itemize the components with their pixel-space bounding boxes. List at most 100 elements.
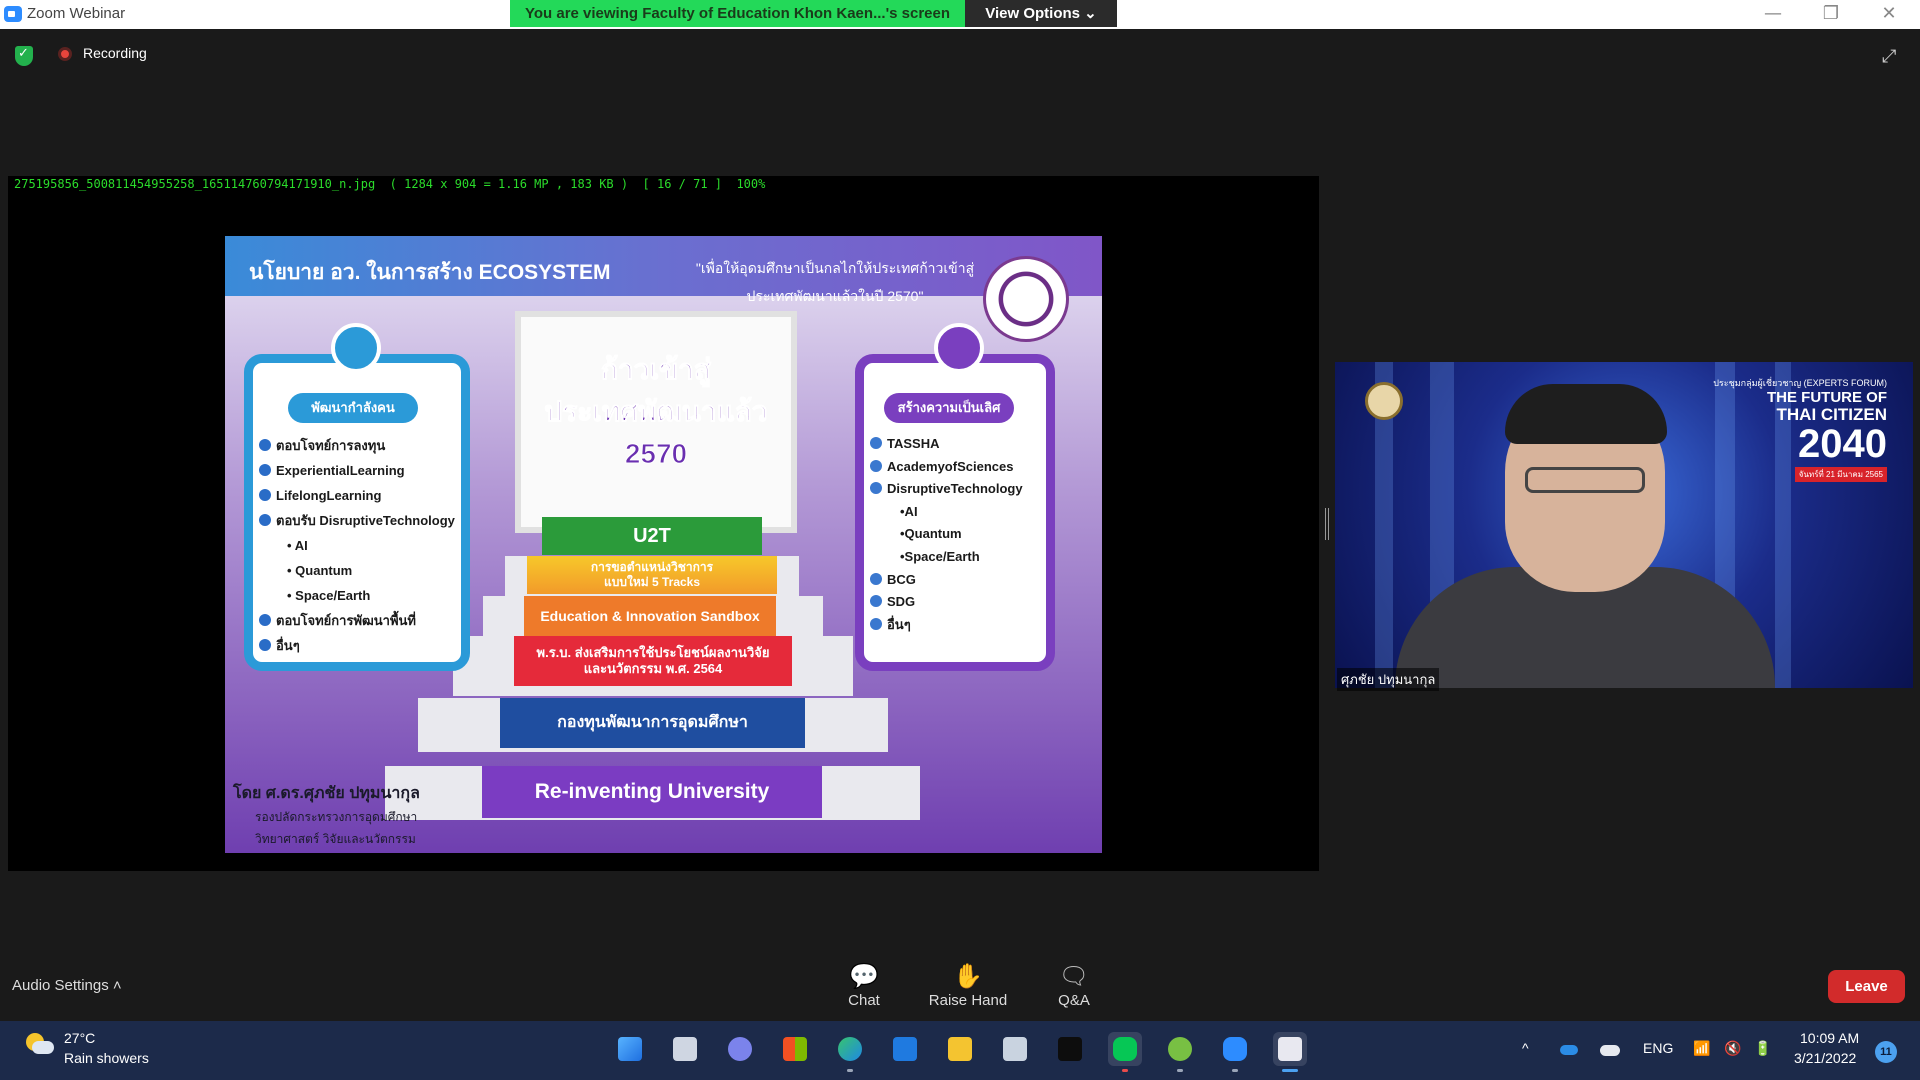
right-panel-excellence: สร้างความเป็นเลิศ TASSHA AcademyofScienc… [855,323,1055,671]
leave-button[interactable]: Leave [1828,970,1905,1003]
speaker-muted-icon[interactable]: 🔇 [1724,1040,1741,1057]
forum-year: 2040 [1798,422,1887,466]
photos-button[interactable] [998,1032,1032,1066]
speaker-video[interactable]: ประชุมกลุ่มผู้เชี่ยวชาญ (EXPERTS FORUM) … [1335,362,1913,688]
battery-icon[interactable]: 🔋 [1754,1040,1771,1057]
active-indicator [1282,1069,1298,1072]
forum-label: ประชุมกลุ่มผู้เชี่ยวชาญ (EXPERTS FORUM) [1713,378,1887,388]
list-item: ตอบโจทย์การลงทุน [259,433,457,458]
slide-quote-line1: "เพื่อให้อุดมศึกษาเป็นกลไกให้ประเทศก้าวเ… [695,260,975,276]
tradingview-icon [1058,1037,1082,1061]
recording-label: Recording [83,45,147,61]
wifi-icon[interactable]: 📶 [1693,1040,1710,1057]
audio-settings-button[interactable]: Audio Settings ˄ [12,977,122,994]
photos-icon [1003,1037,1027,1061]
weather-description[interactable]: Rain showers [64,1050,149,1066]
zoom-icon [1223,1037,1247,1061]
running-indicator [1232,1069,1238,1072]
weather-temperature[interactable]: 27°C [64,1030,95,1046]
file-explorer-button[interactable] [943,1032,977,1066]
list-subitem: •AI [900,503,918,519]
store-button[interactable] [778,1032,812,1066]
author-position: รองปลัดกระทรวงการอุดมศึกษา [255,810,418,824]
step-act-line2: และนวัตกรรม พ.ศ. 2564 [583,661,723,676]
step-research-act: พ.ร.บ. ส่งเสริมการใช้ประโยชน์ผลงานวิจัย … [514,636,792,686]
zoom-app-icon [4,6,22,22]
list-item: SDG [870,591,1042,614]
windows-logo-icon [618,1037,642,1061]
list-item: AcademyofSciences [870,456,1042,479]
task-view-icon [673,1037,697,1061]
clock-date[interactable]: 3/21/2022 [1794,1050,1856,1066]
security-shield-icon[interactable] [15,46,33,66]
teams-chat-button[interactable] [723,1032,757,1066]
zoom-button[interactable] [1218,1032,1252,1072]
edge-icon [838,1037,862,1061]
notification-badge[interactable]: 11 [1875,1041,1897,1063]
chat-label: Chat [848,992,880,1009]
teams-chat-icon [728,1037,752,1061]
list-item: TASSHA [870,433,1042,456]
list-item: ExperientialLearning [259,458,457,483]
snipping-tool-button[interactable] [1273,1032,1307,1072]
list-subitem: Quantum [259,558,457,583]
mail-button[interactable] [888,1032,922,1066]
list-item: อื่นๆ [870,614,1042,637]
right-panel-list: TASSHA AcademyofSciences DisruptiveTechn… [870,433,1042,636]
step-tracks-line2: แบบใหม่ 5 Tracks [603,575,701,589]
chat-bubble-icon: 💬 [849,963,879,990]
qa-button[interactable]: 🗨 Q&A [1034,962,1114,1010]
list-subitem: Space/Earth [259,583,457,608]
hand-icon: ✋ [953,963,983,990]
split-resize-handle[interactable] [1325,508,1329,540]
qa-bubbles-icon: 🗨 [1058,963,1090,990]
left-panel-list: ตอบโจทย์การลงทุน ExperientialLearning Li… [259,433,457,658]
line-button[interactable] [1108,1032,1142,1072]
step-fund: กองทุนพัฒนาการอุดมศึกษา [500,698,805,748]
edge-button[interactable] [833,1032,867,1072]
minimize-button[interactable]: — [1744,0,1802,29]
qa-label: Q&A [1058,992,1090,1009]
slide-author: โดย ศ.ดร.ศุภชัย ปทุมนากุล รองปลัดกระทรวง… [233,781,420,850]
utorrent-button[interactable] [1163,1032,1197,1072]
ministry-seal-icon [983,256,1069,342]
video-background-text: ประชุมกลุ่มผู้เชี่ยวชาญ (EXPERTS FORUM) … [1713,376,1887,482]
start-button[interactable] [613,1032,647,1066]
step-tracks: การขอตำแหน่งวิชาการ แบบใหม่ 5 Tracks [527,556,777,594]
clock-time[interactable]: 10:09 AM [1800,1030,1859,1046]
raise-hand-button[interactable]: ✋ Raise Hand [928,962,1008,1010]
windows-taskbar: 27°C Rain showers ^ ENG 📶 🔇 🔋 10:09 AM 3… [0,1021,1920,1080]
award-ribbon-icon [934,323,984,373]
language-indicator[interactable]: ENG [1643,1040,1673,1056]
forum-title-line1: THE FUTURE OF [1767,389,1887,406]
door-title-line2: ประเทศพัฒนาแล้ว [544,396,768,428]
view-options-button[interactable]: View Options ⌄ [965,0,1117,27]
folder-icon [948,1037,972,1061]
weather-cloud [32,1041,54,1054]
speaker-glasses [1525,467,1645,493]
step-sandbox: Education & Innovation Sandbox [524,596,776,636]
list-item: BCG [870,569,1042,592]
title-bar: Zoom Webinar You are viewing Faculty of … [0,0,1920,29]
tray-chevron-icon[interactable]: ^ [1522,1040,1529,1056]
speaker-name-label: ศุภชัย ปทุมนากุล [1337,668,1440,691]
onedrive-icon[interactable] [1560,1045,1578,1055]
task-view-button[interactable] [668,1032,702,1066]
restore-button[interactable]: ❐ [1802,0,1860,29]
cloud-icon[interactable] [1600,1045,1620,1056]
chat-button[interactable]: 💬 Chat [824,962,904,1010]
tradingview-button[interactable] [1053,1032,1087,1066]
author-ministry: วิทยาศาสตร์ วิจัยและนวัตกรรม [255,832,416,846]
running-indicator [1122,1069,1128,1072]
close-button[interactable]: ✕ [1860,0,1918,29]
recording-icon [58,47,72,61]
list-item: LifelongLearning [259,483,457,508]
right-panel-badge: สร้างความเป็นเลิศ [884,393,1014,423]
fullscreen-icon[interactable]: ⤢ [1882,46,1896,67]
door-graphic: ก้าวเข้าสู่ ประเทศพัฒนาแล้ว 2570 [515,311,797,533]
weather-rain-icon[interactable] [26,1033,54,1057]
running-indicator [847,1069,853,1072]
step-u2t: U2T [542,517,762,555]
door-title-line1: ก้าวเข้าสู่ [601,354,712,386]
slide-quote-line2: ประเทศพัฒนาแล้วในปี 2570" [746,288,924,304]
